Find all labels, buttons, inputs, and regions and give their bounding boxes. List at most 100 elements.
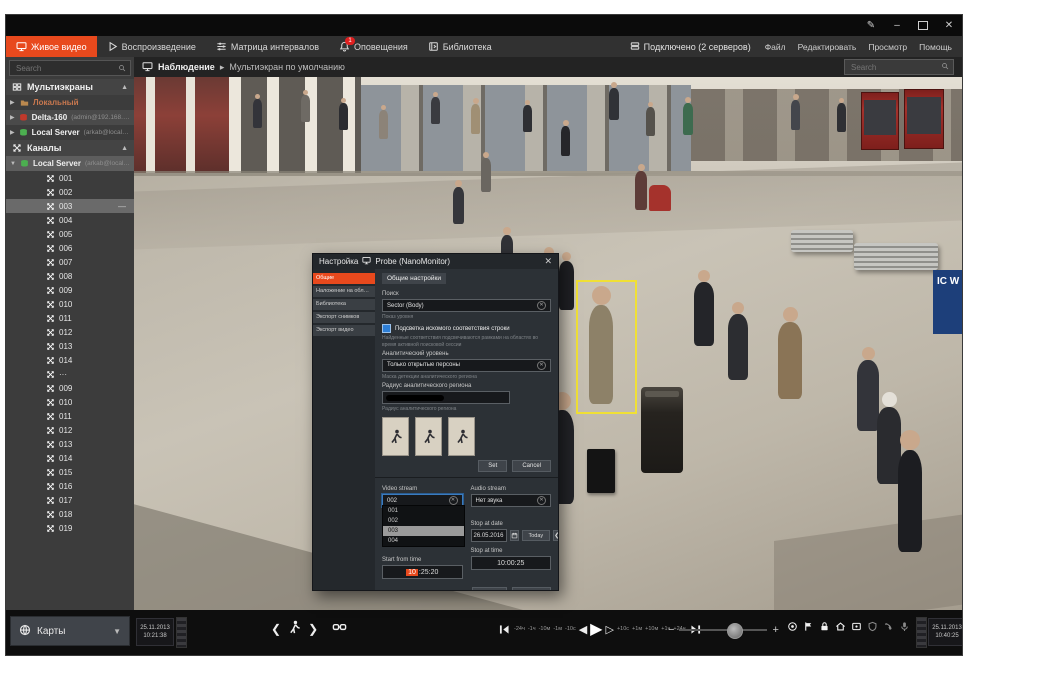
speed-label[interactable]: +10м: [645, 626, 658, 632]
start-time-hh[interactable]: 10: [406, 569, 418, 576]
channel-item-017[interactable]: 017: [6, 493, 134, 507]
home-icon[interactable]: [834, 620, 846, 632]
channel-item-004[interactable]: 004: [6, 213, 134, 227]
gait-thumbnail[interactable]: [448, 417, 475, 456]
collapse-arrow-icon[interactable]: ▲: [121, 145, 128, 152]
main-search[interactable]: [844, 59, 954, 75]
channel-item-002[interactable]: 002: [6, 185, 134, 199]
speed-label[interactable]: -10с: [565, 626, 576, 632]
smart-search-goggles-icon[interactable]: [332, 620, 347, 638]
channel-item-005[interactable]: 005: [6, 227, 134, 241]
channel-item-019[interactable]: 019: [6, 521, 134, 535]
dialog-tab-1[interactable]: Наложение на область ви: [313, 286, 375, 297]
speed-slider-knob[interactable]: [727, 623, 743, 639]
channel-item-012[interactable]: 012: [6, 423, 134, 437]
channel-item-007[interactable]: 007: [6, 255, 134, 269]
maximize-button[interactable]: [910, 15, 936, 36]
main-search-input[interactable]: [849, 62, 937, 73]
channel-menu-icon[interactable]: —: [118, 202, 126, 211]
expander-icon[interactable]: ▶: [10, 99, 16, 106]
walking-person-icon[interactable]: [287, 620, 302, 638]
play-button[interactable]: ▶: [590, 619, 602, 639]
speed-label[interactable]: -10м: [539, 626, 551, 632]
tree-item-local-server[interactable]: ▶Local Server(arkab@localhost:8093): [6, 125, 134, 140]
tab-playback[interactable]: Воспроизведение: [97, 36, 206, 57]
gait-thumbnail[interactable]: [415, 417, 442, 456]
prev-day-button[interactable]: ❮: [553, 530, 558, 541]
speed-label[interactable]: -1м: [553, 626, 562, 632]
detection-box[interactable]: [576, 280, 637, 414]
next-motion-button[interactable]: ❯: [308, 622, 318, 636]
clear-icon[interactable]: ✕: [537, 301, 546, 310]
highlight-toggle-row[interactable]: Подсветка искомого соответствия строки: [382, 324, 551, 333]
channel-item-011[interactable]: 011: [6, 311, 134, 325]
step-back-button[interactable]: ◀: [579, 623, 587, 636]
video-stream-option-001[interactable]: 001: [383, 506, 464, 516]
speed-label[interactable]: +1м: [632, 626, 642, 632]
section-channels[interactable]: Каналы▲: [6, 140, 134, 156]
prev-motion-button[interactable]: ❮: [271, 622, 281, 636]
radius-input[interactable]: [382, 391, 510, 404]
expander-icon[interactable]: ▼: [10, 161, 16, 167]
channel-item-014[interactable]: 014: [6, 451, 134, 465]
faster-button[interactable]: +: [772, 624, 778, 636]
dialog-tab-3[interactable]: Экспорт снимков: [313, 312, 375, 323]
start-time-field[interactable]: 10 :25:20: [382, 565, 463, 579]
channel-item-014[interactable]: 014: [6, 353, 134, 367]
channel-item-009[interactable]: 009: [6, 381, 134, 395]
bookmark-icon[interactable]: [802, 620, 814, 632]
timeline-scroll-right[interactable]: [916, 617, 927, 648]
calendar-icon[interactable]: [510, 530, 519, 541]
speed-label[interactable]: -1ч: [528, 626, 536, 632]
channel-item-013[interactable]: 013: [6, 437, 134, 451]
start-time-rest[interactable]: :25:20: [419, 569, 438, 576]
mic-icon[interactable]: [898, 620, 910, 632]
clear-icon[interactable]: ✕: [537, 361, 546, 370]
clear-icon[interactable]: ✕: [449, 496, 458, 505]
channel-item-001[interactable]: 001: [6, 171, 134, 185]
channel-item-···[interactable]: ···: [6, 367, 134, 381]
channel-item-012[interactable]: 012: [6, 325, 134, 339]
apply-button[interactable]: Apply: [472, 587, 507, 590]
speed-slider-track[interactable]: [679, 629, 767, 631]
channel-item-018[interactable]: 018: [6, 507, 134, 521]
sidebar-search[interactable]: [9, 60, 131, 76]
tab-interval-matrix[interactable]: Матрица интервалов: [206, 36, 329, 57]
today-button[interactable]: Today: [522, 530, 551, 541]
connection-status[interactable]: Подключено (2 серверов): [630, 41, 751, 53]
minimize-button[interactable]: –: [884, 15, 910, 36]
speed-label[interactable]: -24ч: [514, 626, 525, 632]
checkbox-checked-icon[interactable]: [382, 324, 391, 333]
expander-icon[interactable]: ▶: [10, 129, 15, 136]
dialog-tab-0[interactable]: Общие: [313, 273, 375, 284]
channel-item-009[interactable]: 009: [6, 283, 134, 297]
expander-icon[interactable]: ▶: [10, 114, 15, 121]
maps-button[interactable]: Карты ▼: [10, 616, 130, 646]
clear-icon[interactable]: ✕: [537, 496, 546, 505]
dialog-tab-4[interactable]: Экспорт видео: [313, 325, 375, 336]
channel-item-011[interactable]: 011: [6, 409, 134, 423]
channel-item-013[interactable]: 013: [6, 339, 134, 353]
tab-live-video[interactable]: Живое видео: [6, 36, 97, 57]
close-icon[interactable]: ✕: [544, 256, 552, 267]
cancel-button[interactable]: Cancel: [512, 587, 551, 590]
menu-помощь[interactable]: Помощь: [919, 42, 952, 52]
feedback-button[interactable]: ✎: [858, 15, 884, 36]
step-forward-button[interactable]: ▷: [605, 623, 613, 636]
gait-thumbnail[interactable]: [382, 417, 409, 456]
tab-alerts[interactable]: Оповещения1: [329, 36, 418, 57]
breadcrumb-title[interactable]: Наблюдение: [158, 62, 215, 72]
channel-item-006[interactable]: 006: [6, 241, 134, 255]
channel-item-016[interactable]: 016: [6, 479, 134, 493]
set-button[interactable]: Set: [478, 460, 507, 472]
tab-library[interactable]: Библиотека: [418, 36, 502, 57]
audio-stream-combo[interactable]: Нет звука ✕: [471, 494, 552, 507]
stop-date-field[interactable]: 26.05.2016: [471, 529, 507, 542]
stop-time-field[interactable]: 10:00:25: [471, 556, 552, 570]
close-button[interactable]: ✕: [936, 15, 962, 36]
section-multiscreens[interactable]: Мультиэкраны▲: [6, 79, 134, 95]
cancel-button[interactable]: Cancel: [512, 460, 551, 472]
monitor-frame-icon[interactable]: [850, 620, 862, 632]
skip-to-start-button[interactable]: [498, 623, 511, 636]
channel-item-008[interactable]: 008: [6, 269, 134, 283]
